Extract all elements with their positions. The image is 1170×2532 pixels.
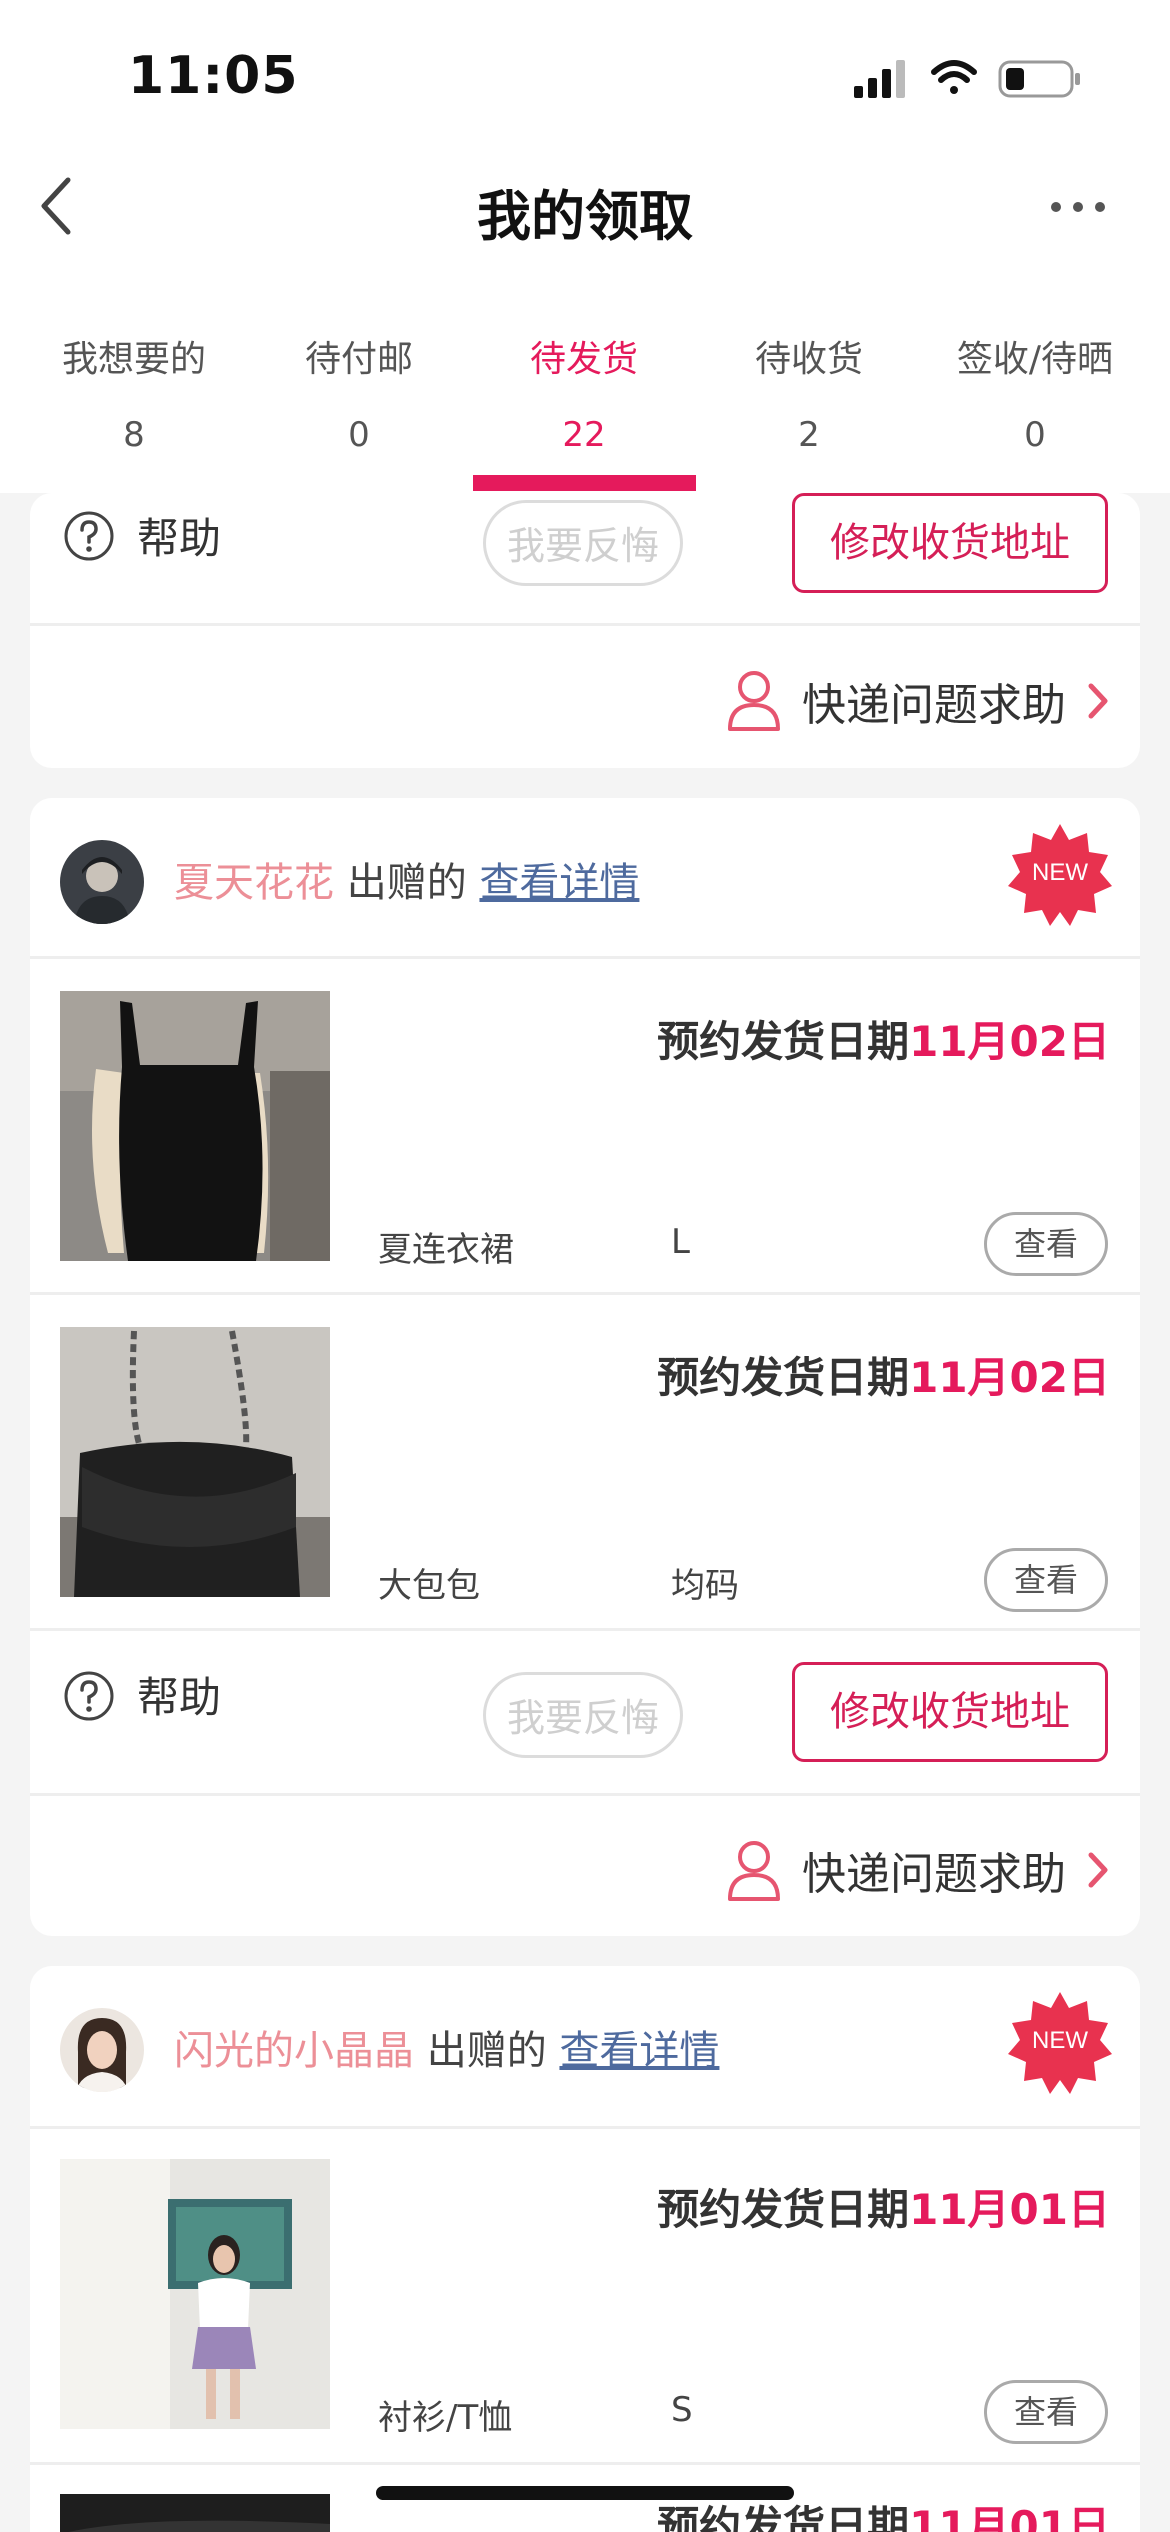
tab-pending-receipt[interactable]: 待收货 2 [697,275,921,493]
item-name: 夏连衣裙 [378,1230,514,1270]
ship-date-value: 11月02日 [909,1353,1110,1402]
ship-date-prefix: 预约发货日期 [657,2185,910,2234]
tab-pending-shipment[interactable]: 待发货 22 [472,275,696,493]
item-name: 衬衫/T恤 [378,2398,513,2438]
view-item-button[interactable]: 查看 [984,1212,1108,1276]
tab-label: 我想要的 [61,339,206,380]
giver-verb: 出赠的 [426,2028,547,2074]
view-item-button[interactable]: 查看 [984,2380,1108,2444]
order-status-tabs: 我想要的 8 待付邮 0 待发货 22 待收货 2 签收/待晒 0 [0,275,1170,493]
tab-want[interactable]: 我想要的 8 [22,275,246,493]
tab-count: 2 [798,415,820,455]
giver-line: 夏天花花 出赠的 查看详情 [174,850,639,908]
order-card: 闪光的小晶晶 出赠的 查看详情 NEW 预约发货日期11月01日 衬衫/T恤 S… [30,1966,1140,2532]
ship-date-value: 11月01日 [909,2185,1110,2234]
giver-name[interactable]: 夏天花花 [174,860,334,906]
modify-address-button[interactable]: 修改收货地址 [792,493,1108,593]
help-circle-icon[interactable] [63,1670,115,1722]
item-size: L [671,1222,690,1262]
item-photo-dress[interactable] [60,991,330,1261]
divider [30,956,1140,959]
status-icons [854,60,1080,98]
divider [30,623,1140,626]
divider [30,1292,1140,1295]
tab-count: 0 [1024,415,1046,455]
person-icon [728,1841,780,1901]
giver-line: 闪光的小晶晶 出赠的 查看详情 [174,2018,719,2076]
item-size: 均码 [671,1566,739,1606]
item-photo[interactable] [60,2494,330,2532]
order-card: 夏天花花 出赠的 查看详情 NEW 预约发货日期11月02日 夏连衣裙 L 查看 [30,798,1140,1936]
help-circle-icon[interactable] [63,510,115,562]
giver-name[interactable]: 闪光的小晶晶 [174,2028,414,2074]
giver-verb: 出赠的 [346,860,467,906]
express-help-link[interactable]: 快递问题求助 [802,669,1066,733]
wifi-icon [931,60,977,94]
new-badge: NEW [1008,824,1112,926]
item-name: 大包包 [378,1566,480,1606]
tab-count: 0 [348,415,370,455]
item-ship-date: 预约发货日期11月02日 [657,1008,1110,1069]
page-title: 我的领取 [477,185,693,248]
person-icon [728,671,780,731]
more-dots-icon[interactable] [1048,196,1108,218]
regret-button[interactable]: 我要反悔 [483,500,683,586]
item-ship-date: 预约发货日期11月02日 [657,1344,1110,1405]
help-label[interactable]: 帮助 [137,505,221,566]
view-item-button[interactable]: 查看 [984,1548,1108,1612]
tab-signed-review[interactable]: 签收/待晒 0 [922,275,1148,493]
active-tab-indicator [473,475,696,491]
divider [30,2462,1140,2465]
giver-avatar[interactable] [60,840,144,924]
ship-date-prefix: 预约发货日期 [657,1017,910,1066]
tab-label: 签收/待晒 [956,339,1114,380]
status-bar: 11:05 [0,0,1170,150]
tab-label: 待收货 [754,339,863,380]
express-help-link[interactable]: 快递问题求助 [802,1838,1066,1902]
view-details-link[interactable]: 查看详情 [559,2028,719,2074]
chevron-right-icon [1088,683,1108,719]
ship-date-value: 11月01日 [909,2502,1110,2532]
ship-date-prefix: 预约发货日期 [657,2502,910,2532]
chevron-right-icon [1088,1852,1108,1888]
tab-label: 待付邮 [304,339,413,380]
home-indicator [376,2486,794,2500]
tab-label: 待发货 [529,339,638,380]
signal-icon [854,60,905,98]
new-badge: NEW [1008,1992,1112,2094]
item-ship-date: 预约发货日期11月01日 [657,2176,1110,2237]
tab-pending-postage[interactable]: 待付邮 0 [247,275,471,493]
tab-count: 22 [562,415,606,455]
regret-button[interactable]: 我要反悔 [483,1672,683,1758]
battery-icon [998,60,1080,98]
order-card: 帮助 我要反悔 修改收货地址 快递问题求助 [30,493,1140,768]
svg-text:NEW: NEW [1032,2027,1088,2054]
modify-address-button[interactable]: 修改收货地址 [792,1662,1108,1762]
divider [30,1793,1140,1796]
svg-text:NEW: NEW [1032,859,1088,886]
ship-date-prefix: 预约发货日期 [657,1353,910,1402]
giver-avatar[interactable] [60,2008,144,2092]
help-label[interactable]: 帮助 [137,1664,221,1725]
status-time: 11:05 [128,46,299,106]
ship-date-value: 11月02日 [909,1017,1110,1066]
divider [30,1628,1140,1631]
tab-count: 8 [123,415,145,455]
divider [30,2126,1140,2129]
view-details-link[interactable]: 查看详情 [479,860,639,906]
item-size: S [671,2390,693,2430]
item-photo-shirt[interactable] [60,2159,330,2429]
item-photo-bag[interactable] [60,1327,330,1597]
